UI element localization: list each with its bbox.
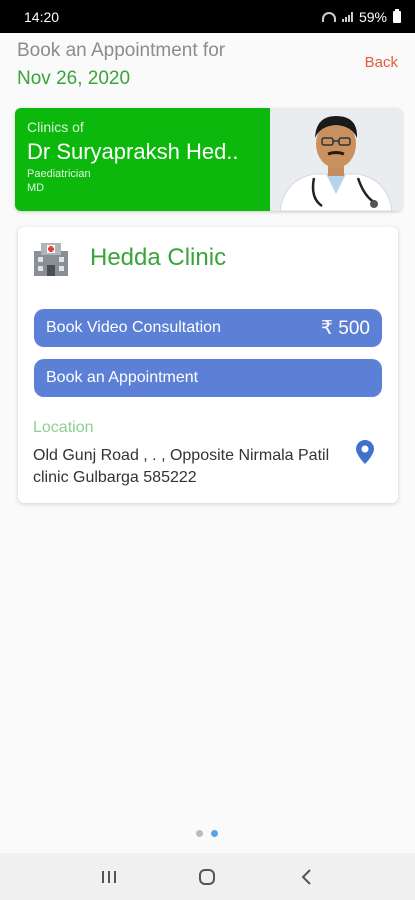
clinic-card: Hedda Clinic Book Video Consultation ₹ 5… [18, 227, 398, 503]
back-nav-button[interactable] [286, 862, 326, 892]
status-time: 14:20 [24, 8, 60, 25]
back-link[interactable]: Back [365, 54, 398, 71]
clinic-address: Old Gunj Road , . , Opposite Nirmala Pat… [33, 447, 330, 487]
doctor-info: Clinics of Dr Suryapraksh Hed.. Paediatr… [15, 108, 270, 211]
location-pin-icon[interactable] [356, 440, 374, 464]
battery-percent: 59% [358, 8, 387, 25]
doctor-specialty: Paediatrician [27, 168, 91, 180]
doctor-degree: MD [27, 182, 45, 195]
doctor-name: Dr Suryapraksh Hed.. [27, 139, 239, 164]
page-indicator [196, 830, 218, 837]
recent-apps-button[interactable] [89, 862, 129, 892]
status-icons: 59% [321, 8, 401, 25]
header: Book an Appointment for Nov 26, 2020 Bac… [17, 40, 402, 100]
appointment-date: Nov 26, 2020 [17, 68, 131, 89]
recent-apps-icon [102, 870, 117, 883]
battery-icon [393, 8, 401, 23]
doctor-card: Clinics of Dr Suryapraksh Hed.. Paediatr… [15, 108, 402, 211]
page-dot-active [211, 830, 218, 837]
hospital-icon [34, 243, 68, 276]
clinic-name: Hedda Clinic [90, 244, 227, 271]
consultation-price: ₹ 500 [320, 317, 370, 339]
home-icon [199, 868, 216, 885]
navigation-bar [0, 853, 415, 900]
wifi-icon [321, 11, 336, 22]
book-video-consultation-button[interactable]: Book Video Consultation ₹ 500 [34, 309, 382, 347]
location-label: Location [33, 419, 94, 436]
video-button-label: Book Video Consultation [46, 319, 221, 336]
home-button[interactable] [187, 862, 227, 892]
signal-icon [341, 11, 353, 22]
clinic-header: Hedda Clinic [32, 239, 226, 277]
doctor-photo [270, 108, 402, 211]
book-appointment-button[interactable]: Book an Appointment [34, 359, 382, 397]
page-title: Book an Appointment for [17, 40, 226, 61]
back-arrow-icon [301, 868, 311, 885]
clinics-of-label: Clinics of [27, 119, 84, 135]
appointment-button-label: Book an Appointment [46, 369, 199, 386]
doctor-portrait-icon [270, 108, 402, 211]
page-dot [196, 830, 203, 837]
status-bar: 14:20 59% [0, 0, 415, 33]
